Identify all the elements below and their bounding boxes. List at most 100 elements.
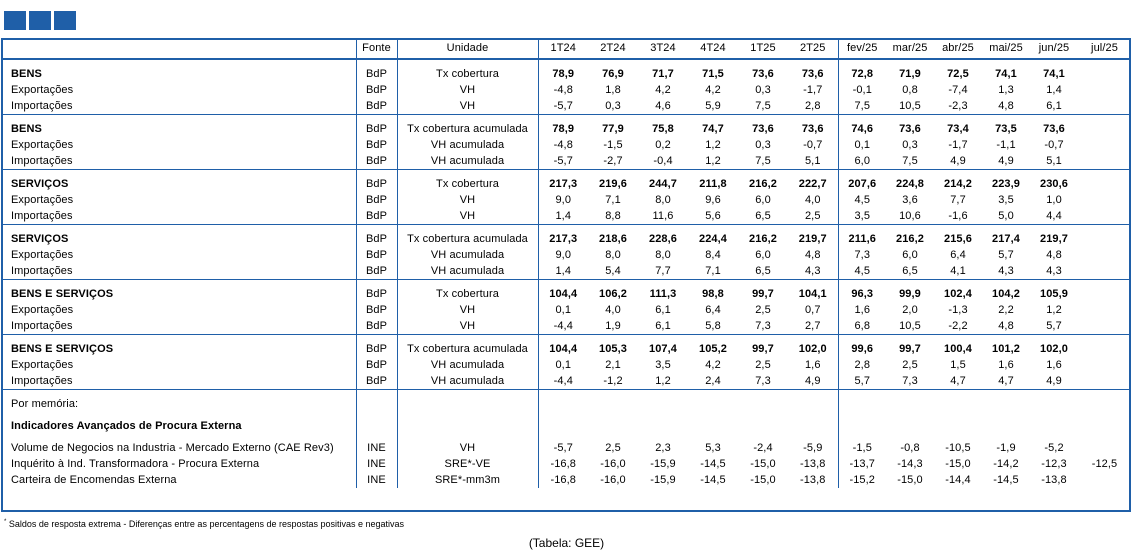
header-fonte: Fonte [355,38,397,60]
spacer-cell [886,59,934,66]
month-value: 207,6 [837,176,886,192]
row-unit: SRE*-mm3m [396,472,538,488]
quarter-value: -14,5 [700,474,726,486]
row-fonte: BdP [355,121,397,137]
quarter-value: 1,6 [804,359,821,371]
table-row: BENS E SERVIÇOS BdP Tx cobertura 104,4 106,2… [1,286,1131,302]
quarter-value: 73,6 [801,68,824,80]
row-unit: Tx cobertura acumulada [396,231,538,247]
month-value: 211,6 [837,231,886,247]
row-fonte: BdP [355,318,397,335]
month-value: 4,7 [998,375,1014,387]
quarter-value: -16,8 [537,472,588,488]
quarter-value: 4,0 [804,194,821,206]
quarter-value: 76,9 [602,68,624,80]
header-month: fev/25 [837,38,886,60]
month-value: 4,5 [837,192,886,208]
month-value [1078,192,1131,208]
quarter-value: 6,0 [755,249,771,261]
row-unit: VH acumulada [396,373,538,390]
header-quarter: 1T24 [537,38,588,60]
quarter-value: 73,6 [752,123,774,135]
month-value: 0,8 [902,84,918,96]
month-value: 1,5 [950,359,966,371]
quarter-value: -15,0 [750,458,776,470]
quarter-value: -15,0 [750,474,776,486]
row-unit: VH [396,318,538,335]
quarter-value: 104,4 [537,286,588,302]
row-unit: Tx cobertura [396,66,538,82]
row-label: SERVIÇOS [11,233,69,245]
spacer-cell [1,59,356,66]
spacer-cell [738,59,788,66]
quarter-value: 7,5 [755,100,771,112]
quarter-value: 1,2 [705,155,721,167]
month-value: 101,2 [991,343,1021,355]
row-fonte: BdP [355,208,397,225]
table-row: BENS E SERVIÇOS BdP Tx cobertura acumulada… [1,341,1131,357]
month-value [1078,98,1131,115]
month-value: 6,0 [902,249,918,261]
row-fonte: BdP [355,231,397,247]
month-value: -1,7 [948,139,968,151]
row-label: Carteira de Encomendas Externa [11,474,177,486]
month-value: 4,9 [998,155,1014,167]
month-value: 1,6 [837,302,886,318]
quarter-value: -2,4 [753,442,773,454]
row-unit: VH acumulada [396,153,538,170]
table-row: BENS BdP Tx cobertura acumulada 78,9 77,9 75,… [1,121,1131,137]
quarter-value: -0,7 [803,139,823,151]
quarter-value: 6,1 [655,320,671,332]
month-value [1078,373,1131,390]
row-label: Exportações [11,249,74,261]
header-month: abr/25 [934,38,982,60]
spacer-cell [837,59,886,66]
quarter-value: 104,4 [537,341,588,357]
quarter-value: 71,5 [702,68,724,80]
spacer-cell [738,396,788,412]
row-unit: VH [396,302,538,318]
month-value: -13,7 [837,456,886,472]
table-source: (Tabela: GEE) [528,536,605,550]
month-value: -12,3 [1041,458,1067,470]
spacer-cell [837,396,886,412]
quarter-value: 102,0 [798,343,827,355]
row-label: Exportações [11,194,74,206]
row-unit: Tx cobertura acumulada [396,121,538,137]
month-value: -5,2 [1044,442,1064,454]
quarter-value: 6,5 [755,265,771,277]
row-label: Importações [11,265,73,277]
header-quarter: 4T24 [688,38,738,60]
quarter-value: 5,6 [705,210,721,222]
row-label: Volume de Negocios na Industria - Mercad… [11,442,334,454]
spacer-cell [355,418,397,434]
table-row: SERVIÇOS BdP Tx cobertura acumulada 217,3 21… [1,231,1131,247]
spacer-cell [688,396,738,412]
month-value: 73,6 [899,123,921,135]
spacer-cell [638,396,688,412]
row-fonte: BdP [355,98,397,115]
quarter-value: 211,8 [699,178,727,190]
quarter-value: 5,4 [605,265,621,277]
month-value: 7,5 [837,98,886,115]
quarter-value: 0,3 [755,84,771,96]
spacer-cell [934,418,982,434]
quarter-value: 6,1 [655,304,671,316]
spacer-cell [396,418,538,434]
row-fonte: BdP [355,373,397,390]
quarter-value: 2,5 [804,210,821,222]
table-row: Exportações BdP VH acumulada 0,1 2,1 3,5 4,2 2,… [1,357,1131,373]
month-value: -10,5 [945,442,971,454]
quarter-value: 1,4 [537,263,588,280]
row-label: Exportações [11,139,74,151]
quarter-value: 0,1 [537,302,588,318]
quarter-value: 8,4 [705,249,721,261]
month-value: 73,5 [995,123,1017,135]
month-value: 2,0 [902,304,918,316]
data-table: Fonte Unidade 1T24 2T24 3T24 4T24 1T25 2… [1,38,1131,488]
quarter-value: 106,2 [598,288,628,300]
quarter-value: 5,3 [705,442,721,454]
row-unit: VH acumulada [396,357,538,373]
spacer-row: Por memória: [1,396,1131,412]
month-value [1078,231,1131,247]
